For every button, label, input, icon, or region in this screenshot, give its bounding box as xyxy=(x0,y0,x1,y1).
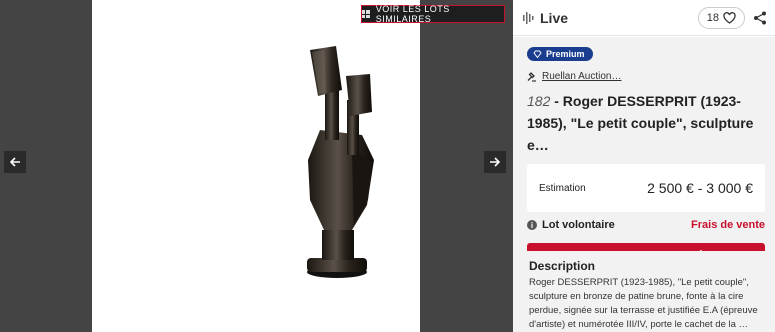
estimate-label: Estimation xyxy=(539,182,586,194)
estimate-box: Estimation 2 500 € - 3 000 € xyxy=(527,164,765,212)
arrow-left-icon xyxy=(9,157,20,167)
grid-icon xyxy=(362,10,370,18)
sale-fees-link[interactable]: Frais de vente xyxy=(691,219,765,231)
favorite-button[interactable]: 18 xyxy=(697,6,745,29)
sculpture-image xyxy=(307,46,374,278)
similar-lots-button[interactable]: VOIR LES LOTS SIMILAIRES xyxy=(361,4,505,24)
share-icon[interactable] xyxy=(753,11,767,25)
lot-type-label: Lot volontaire xyxy=(542,219,615,231)
diamond-icon xyxy=(533,50,542,58)
heart-icon xyxy=(723,11,736,24)
lot-image[interactable] xyxy=(92,0,420,332)
auction-house-name: Ruellan Auction… xyxy=(542,71,622,82)
premium-badge: Premium xyxy=(527,47,593,61)
live-bars-icon xyxy=(523,11,534,24)
lot-number: 182 xyxy=(527,93,551,109)
live-indicator: Live xyxy=(523,10,568,26)
arrow-right-icon xyxy=(490,157,501,167)
lot-title: 182 - Roger DESSERPRIT (1923-1985), "Le … xyxy=(527,90,765,156)
lot-panel: Live 18 Premium Ruellan Auction… 182 - R… xyxy=(513,0,775,332)
similar-lots-label: VOIR LES LOTS SIMILAIRES xyxy=(375,4,450,24)
estimate-value: 2 500 € - 3 000 € xyxy=(647,180,753,196)
info-icon[interactable]: i xyxy=(527,220,537,230)
description-section: Description Roger DESSERPRIT (1923-1985)… xyxy=(513,251,775,332)
lot-type-row: i Lot volontaire Frais de vente xyxy=(527,219,765,231)
previous-image-button[interactable] xyxy=(4,151,26,173)
image-gallery: VOIR LES LOTS SIMILAIRES xyxy=(0,0,513,332)
next-image-button[interactable] xyxy=(484,151,506,173)
gavel-icon xyxy=(527,71,536,82)
live-label: Live xyxy=(540,9,569,26)
lot-summary: Premium Ruellan Auction… 182 - Roger DES… xyxy=(513,37,775,279)
auction-house-link[interactable]: Ruellan Auction… xyxy=(527,71,765,82)
premium-label: Premium xyxy=(546,49,585,59)
description-text: Roger DESSERPRIT (1923-1985), "Le petit … xyxy=(529,277,758,330)
panel-header: Live 18 xyxy=(513,0,775,36)
lot-title-text: - Roger DESSERPRIT (1923-1985), "Le peti… xyxy=(527,93,754,153)
favorite-count: 18 xyxy=(706,11,719,24)
description-heading: Description xyxy=(529,259,596,273)
